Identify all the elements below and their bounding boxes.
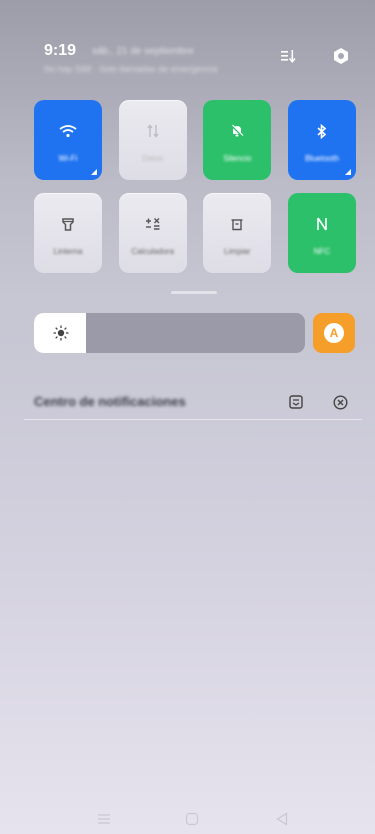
manage-notifications-icon[interactable] [286, 392, 306, 412]
tile-label: Silencio [223, 154, 252, 163]
tile-label: Linterna [53, 247, 83, 256]
tile-label: Bluetooth [305, 154, 339, 163]
tile-label: Limpiar [224, 247, 251, 256]
tile-label: NFC [313, 247, 331, 256]
tile-wifi[interactable]: Wi-Fi [34, 100, 102, 180]
wifi-icon [59, 122, 77, 140]
menu-icon[interactable] [95, 810, 113, 828]
bluetooth-icon [317, 122, 327, 140]
nfc-icon [316, 215, 328, 233]
tile-flashlight[interactable]: Linterna [34, 193, 102, 273]
notification-center-title: Centro de notificaciones [34, 394, 186, 409]
clock: 9:19 [44, 42, 77, 59]
expand-corner-icon [91, 169, 97, 175]
edit-tiles-icon[interactable] [277, 44, 301, 68]
expand-corner-icon [345, 169, 351, 175]
notification-center-header: Centro de notificaciones [34, 388, 356, 416]
tile-calculator[interactable]: Calculadora [118, 193, 187, 273]
tile-label: Datos [142, 154, 164, 163]
sun-icon [53, 325, 69, 346]
tile-clean[interactable]: Limpiar [203, 193, 272, 273]
tile-label: Wi-Fi [58, 154, 78, 163]
date-text: sáb., 21 de septiembre [92, 46, 194, 57]
carrier-text: No hay SIM · Solo llamadas de emergencia [44, 64, 218, 74]
auto-brightness-button[interactable]: A [313, 313, 355, 353]
settings-icon[interactable] [329, 44, 353, 68]
auto-brightness-icon: A [324, 323, 344, 343]
bell-off-icon [230, 122, 244, 140]
calculator-icon [145, 215, 161, 233]
tile-silent[interactable]: Silencio [203, 100, 272, 180]
back-icon[interactable] [273, 810, 291, 828]
trash-icon [230, 215, 244, 233]
tile-mobile-data[interactable]: Datos [118, 100, 187, 180]
drag-handle[interactable] [171, 291, 217, 294]
status-header: 9:19 sáb., 21 de septiembre No hay SIM ·… [44, 42, 355, 82]
divider [24, 419, 362, 420]
home-icon[interactable] [183, 810, 201, 828]
data-arrows-icon [147, 122, 159, 140]
navigation-bar [0, 800, 375, 834]
tile-bluetooth[interactable]: Bluetooth [288, 100, 356, 180]
tile-label: Calculadora [131, 247, 175, 256]
brightness-slider[interactable] [34, 313, 305, 353]
flashlight-icon [61, 215, 75, 233]
clear-all-icon[interactable] [330, 392, 350, 412]
tile-nfc[interactable]: NFC [288, 193, 356, 273]
